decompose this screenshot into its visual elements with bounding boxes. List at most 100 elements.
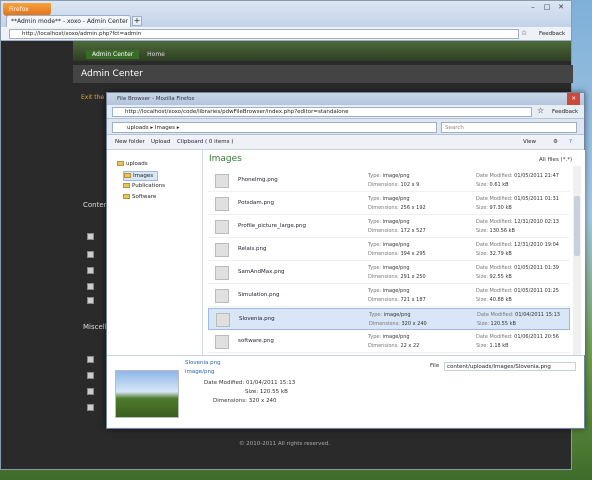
tree-item-publications[interactable]: Publications [123,182,165,190]
file-row[interactable]: Potsdam.png Type: image/png Dimensions: 25… [208,193,570,215]
tree-item-images[interactable]: Images [123,171,159,181]
image-icon[interactable] [87,283,94,290]
file-dimensions: Dimensions: 256 x 192 [368,205,426,211]
scrollbar[interactable] [573,166,581,355]
detail-date: Date Modified: 01/04/2011 15:13 [204,380,296,386]
settings-icon[interactable]: ⚙ [553,135,558,150]
folder-icon [124,173,131,178]
file-url-input[interactable]: content/uploads/Images/Slovenia.png [444,362,576,371]
file-date: Date Modified: 01/05/2011 01:31 [476,196,559,202]
file-size: Size: 92.55 kB [476,274,512,280]
tab-admin-center[interactable]: **Admin mode** - xoxo - Admin Center [6,15,131,27]
star-icon[interactable]: ☆ [521,29,527,37]
file-type: Type: image/png [368,265,410,271]
edit-icon[interactable] [87,388,94,395]
file-row[interactable]: software.png Type: image/png Dimensions: 2… [208,331,570,353]
new-tab-button[interactable]: + [132,16,142,26]
maximize-icon[interactable]: □ [541,3,553,12]
group-icon[interactable] [87,267,94,274]
file-list: PhoneImg.png Type: image/png Dimensions: 1… [203,166,585,355]
exit-link[interactable]: Exit the [81,94,104,101]
file-dimensions: Dimensions: 721 x 187 [368,297,426,303]
file-type: Type: image/png [368,219,410,225]
popup-feedback-button[interactable]: Feedback [552,107,578,117]
copyright: © 2010-2011 All rights reserved. [239,441,330,447]
close-icon[interactable]: ✕ [555,3,567,12]
file-thumbnail [215,335,229,349]
file-date: Date Modified: 01/06/2011 20:56 [476,334,559,340]
popup-close-icon[interactable]: ✕ [567,93,580,105]
feedback-button[interactable]: Feedback [539,29,565,39]
detail-type: image/png [185,369,215,375]
file-row[interactable]: Profile_picture_large.png Type: image/png… [208,216,570,238]
file-row[interactable]: Slovenia.png Type: image/png Dimensions: 3… [208,308,570,330]
breadcrumb-images[interactable]: Images [155,125,175,131]
file-date: Date Modified: 12/31/2010 02:13 [476,219,559,225]
file-size: Size: 120.55 kB [477,321,516,327]
tree-label: uploads [126,161,148,167]
page-title: Admin Center [73,65,573,83]
upload-button[interactable]: Upload [151,135,170,150]
file-dimensions: Dimensions: 172 x 527 [368,228,426,234]
file-size: Size: 97.30 kB [476,205,512,211]
file-thumbnail [215,266,229,280]
tool-icon[interactable] [87,372,94,379]
file-row[interactable]: PhoneImg.png Type: image/png Dimensions: 1… [208,170,570,192]
file-dimensions: Dimensions: 102 x 9 [368,182,420,188]
file-name: Potsdam.png [238,200,274,206]
file-row[interactable]: Relais.png Type: image/png Dimensions: 394… [208,239,570,261]
file-size: Size: 40.88 kB [476,297,512,303]
clipboard-button[interactable]: Clipboard ( 0 items ) [177,135,233,150]
file-row[interactable]: Simulation.png Type: image/png Dimensions:… [208,285,570,307]
flag-icon[interactable] [87,404,94,411]
file-type: Type: image/png [368,196,410,202]
star-icon[interactable]: ☆ [537,106,544,115]
nav-home[interactable]: Home [141,50,171,59]
new-folder-button[interactable]: New folder [115,135,145,150]
popup-title-bar: File Browser - Mozilla Firefox ✕ [107,93,584,105]
file-name: Simulation.png [238,292,280,298]
file-thumbnail [215,220,229,234]
file-row[interactable]: SamAndMax.png Type: image/png Dimensions: … [208,262,570,284]
breadcrumb-uploads[interactable]: uploads [127,125,149,131]
file-thumbnail [215,174,229,188]
breadcrumb[interactable]: uploads ▸ Images ▸ [112,122,437,133]
folder-tree: uploads Images Publications Software [107,150,203,355]
search-input[interactable]: Search [441,122,577,133]
tab-bar: Firefox **Admin mode** - xoxo - Admin Ce… [1,1,571,27]
popup-url-input[interactable]: http://localhost/xoxo/code/libraries/pdw… [112,107,532,117]
tree-label: Publications [132,183,166,189]
view-dropdown[interactable]: View [523,135,536,150]
file-type: Type: image/png [368,242,410,248]
nav-admin-center[interactable]: Admin Center [86,50,140,59]
file-thumbnail [216,313,230,327]
detail-dimensions: Dimensions: 320 x 240 [213,398,277,404]
file-name: SamAndMax.png [238,269,285,275]
user-icon[interactable] [87,251,94,258]
settings-icon[interactable] [87,297,94,304]
tree-item-uploads[interactable]: uploads [117,160,148,168]
file-type: Type: image/png [368,334,410,340]
preview-image [115,370,179,418]
file-name: PhoneImg.png [238,177,278,183]
url-input[interactable]: http://localhost/xoxo/admin.php?fct=admi… [9,29,519,39]
help-icon[interactable]: ? [569,135,572,150]
file-size: Size: 32.79 kB [476,251,512,257]
tree-item-software[interactable]: Software [123,193,156,201]
folder-icon [117,161,124,166]
minimize-icon[interactable]: – [527,3,539,12]
file-date: Date Modified: 01/05/2011 21:47 [476,173,559,179]
scrollbar-thumb[interactable] [574,196,580,256]
info-icon[interactable] [87,356,94,363]
file-type: Type: image/png [368,288,410,294]
file-size: Size: 1.18 kB [476,343,509,349]
details-pane: Slovenia.png image/png Date Modified: 01… [107,355,584,427]
section-misc: Miscell [83,323,107,331]
file-size: Size: 0.61 kB [476,182,509,188]
folder-title: Images [209,154,242,164]
file-dimensions: Dimensions: 22 x 22 [368,343,420,349]
file-filter-dropdown[interactable]: All files (*.*) [539,157,572,163]
file-name: Relais.png [238,246,267,252]
document-icon[interactable] [87,233,94,240]
tree-label: Software [132,194,157,200]
